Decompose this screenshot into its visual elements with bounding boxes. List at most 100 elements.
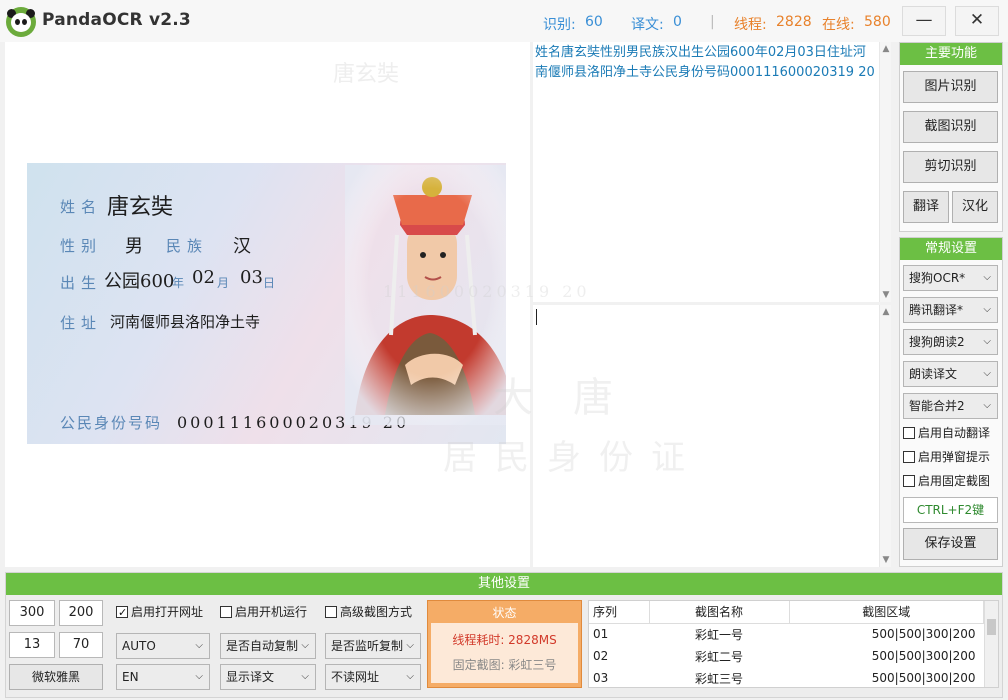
height-field[interactable]: 200 — [59, 600, 103, 626]
id-day-char: 日 — [263, 276, 276, 290]
row-name: 彩虹二号 — [694, 649, 743, 664]
chevron-down-icon: ⌵ — [301, 671, 309, 682]
hotkey-field[interactable]: CTRL+F2键 — [903, 497, 998, 523]
url-mode-select[interactable]: 不读网址 ⌵ — [325, 664, 421, 690]
chevron-down-icon: ⌵ — [406, 640, 414, 651]
column-header-region[interactable]: 截图区域 — [789, 601, 984, 624]
y-offset-field[interactable]: 70 — [59, 632, 103, 658]
row-index: 02 — [593, 649, 609, 663]
id-gender-value: 男 — [125, 236, 143, 257]
translation-pane[interactable]: 大唐 居民身份证 — [443, 305, 891, 567]
ocr-engine-select[interactable]: 搜狗OCR* ⌵ — [903, 265, 998, 291]
column-header-index[interactable]: 序列 — [589, 601, 650, 624]
clipboard-ocr-button[interactable]: 剪切识别 — [903, 151, 998, 183]
status-fixed-capture: 固定截图: 彩虹三号 — [452, 658, 557, 672]
general-settings-header: 常规设置 — [900, 238, 1002, 260]
stats-separator: | — [710, 14, 715, 30]
id-card-image: 姓名 唐玄奘 性别 男 民族 汉 出生 公园600 年 02 月 03 日 住址… — [27, 163, 506, 444]
screenshot-ocr-button[interactable]: 截图识别 — [903, 111, 998, 143]
recognize-count-label: 识别: — [543, 17, 576, 33]
localize-button[interactable]: 汉化 — [952, 191, 998, 223]
target-language-select[interactable]: EN ⌵ — [116, 664, 210, 690]
capture-table[interactable]: 序列 截图名称 截图区域 01 彩虹一号 500|500|300|200 02 … — [588, 600, 999, 688]
image-ocr-button[interactable]: 图片识别 — [903, 71, 998, 103]
autostart-checkbox[interactable]: 启用开机运行 — [220, 602, 307, 622]
table-scrollbar[interactable] — [984, 601, 998, 687]
ocr-result-scrollbar[interactable]: ▲ ▼ — [879, 42, 891, 302]
chevron-down-icon: ⌵ — [301, 640, 309, 651]
monitor-copy-select[interactable]: 是否监听复制 ⌵ — [325, 633, 421, 659]
translate-button[interactable]: 翻译 — [903, 191, 949, 223]
online-count-label: 在线: — [822, 17, 855, 33]
chevron-down-icon: ⌵ — [983, 368, 991, 379]
id-birth-day: 03 — [240, 267, 263, 288]
read-target-select[interactable]: 朗读译文 ⌵ — [903, 361, 998, 387]
id-gender-label: 性别 — [60, 237, 103, 255]
text-cursor — [536, 309, 537, 325]
status-header: 状态 — [492, 606, 517, 620]
popup-hint-checkbox[interactable]: 启用弹窗提示 — [903, 447, 990, 467]
close-button[interactable]: ✕ — [955, 6, 999, 36]
panda-logo-icon — [6, 7, 36, 37]
chevron-down-icon: ⌵ — [983, 272, 991, 283]
chevron-down-icon: ⌵ — [195, 640, 203, 651]
id-name-label: 姓名 — [60, 198, 103, 216]
chevron-down-icon: ⌵ — [195, 671, 203, 682]
chevron-down-icon: ⌵ — [983, 400, 991, 411]
ocr-result-line-2: 南偃师县洛阳净土寺公民身份号码000111600020319 20 — [535, 65, 875, 80]
id-name-value: 唐玄奘 — [107, 195, 174, 220]
row-name: 彩虹一号 — [694, 627, 743, 642]
merge-mode-select[interactable]: 智能合并2 ⌵ — [903, 393, 998, 419]
source-language-select[interactable]: AUTO ⌵ — [116, 633, 210, 659]
advanced-capture-checkbox[interactable]: 高级截图方式 — [325, 602, 412, 622]
main-functions-header: 主要功能 — [900, 43, 1002, 65]
app-title: PandaOCR v2.3 — [42, 10, 191, 30]
id-birth-year: 公园600 — [104, 271, 175, 292]
id-ethnicity-label: 民族 — [166, 237, 209, 255]
online-count-value: 580 — [864, 14, 891, 30]
table-row[interactable]: 01 彩虹一号 500|500|300|200 — [589, 623, 984, 645]
translate-count-value: 0 — [673, 14, 682, 30]
thread-count-label: 线程: — [734, 17, 767, 33]
row-name: 彩虹三号 — [694, 671, 743, 686]
auto-translate-checkbox[interactable]: 启用自动翻译 — [903, 423, 990, 443]
thread-count-value: 2828 — [776, 14, 812, 30]
id-number-label: 公民身份号码 — [60, 414, 163, 432]
chevron-down-icon: ⌵ — [983, 304, 991, 315]
ocr-result-line-1: 姓名唐玄奘性别男民族汉出生公园600年02月03日住址河 — [535, 45, 866, 60]
column-header-name[interactable]: 截图名称 — [649, 601, 790, 624]
row-index: 03 — [593, 671, 609, 685]
row-region: 500|500|300|200 — [871, 671, 976, 685]
translate-count-label: 译文: — [631, 17, 664, 33]
chevron-down-icon: ⌵ — [983, 336, 991, 347]
translator-select[interactable]: 腾讯翻译* ⌵ — [903, 297, 998, 323]
id-month-char: 月 — [217, 276, 230, 290]
chevron-down-icon: ⌵ — [406, 671, 414, 682]
table-row[interactable]: 02 彩虹二号 500|500|300|200 — [589, 645, 984, 667]
open-url-checkbox[interactable]: 启用打开网址 — [116, 602, 203, 623]
display-mode-select[interactable]: 显示译文 ⌵ — [220, 664, 316, 690]
row-region: 500|500|300|200 — [871, 649, 976, 663]
id-birth-label: 出生 — [60, 274, 103, 292]
reader-select[interactable]: 搜狗朗读2 ⌵ — [903, 329, 998, 355]
save-settings-button[interactable]: 保存设置 — [903, 528, 998, 560]
id-address-label: 住址 — [60, 314, 103, 332]
translation-scrollbar[interactable]: ▲ ▼ — [879, 305, 891, 567]
other-settings-header: 其他设置 — [6, 573, 1002, 595]
fixed-capture-checkbox[interactable]: 启用固定截图 — [903, 471, 990, 491]
id-address-value: 河南偃师县洛阳净土寺 — [110, 313, 261, 331]
id-ethnicity-value: 汉 — [233, 236, 251, 257]
font-button[interactable]: 微软雅黑 — [9, 664, 103, 690]
auto-copy-select[interactable]: 是否自动复制 ⌵ — [220, 633, 316, 659]
recognize-count-value: 60 — [585, 14, 603, 30]
minimize-button[interactable]: — — [902, 6, 946, 36]
row-region: 500|500|300|200 — [871, 627, 976, 642]
preview-scrollbar[interactable] — [518, 42, 530, 567]
id-birth-month: 02 — [192, 267, 215, 288]
width-field[interactable]: 300 — [9, 600, 55, 626]
status-panel: 状态 线程耗时: 2828MS 固定截图: 彩虹三号 — [427, 600, 582, 688]
status-elapsed: 线程耗时: 2828MS — [452, 633, 557, 647]
x-offset-field[interactable]: 13 — [9, 632, 55, 658]
table-row[interactable]: 03 彩虹三号 500|500|300|200 — [589, 667, 984, 687]
row-index: 01 — [593, 627, 609, 642]
